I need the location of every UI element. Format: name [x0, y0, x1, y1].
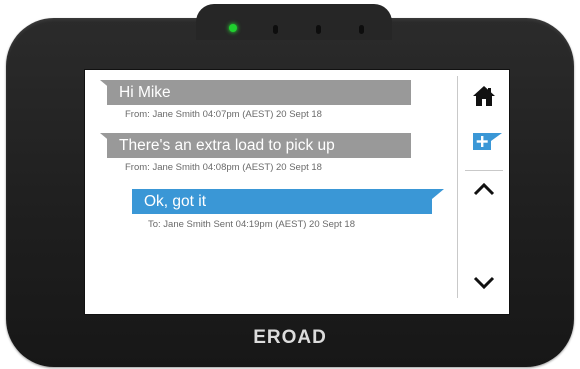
sidebar-divider: [457, 76, 458, 298]
device-top-bump: [196, 4, 392, 40]
chevron-down-icon: [473, 276, 495, 290]
sensor-dot: [359, 25, 364, 34]
message-bubble: Ok, got it: [132, 189, 432, 214]
sidebar-separator: [465, 170, 503, 171]
message-meta: From: Jane Smith 04:08pm (AEST) 20 Sept …: [125, 162, 322, 173]
home-button[interactable]: [469, 82, 499, 110]
new-message-button[interactable]: [469, 128, 505, 156]
message-bubble: Hi Mike: [107, 80, 411, 105]
message-meta: From: Jane Smith 04:07pm (AEST) 20 Sept …: [125, 109, 322, 120]
sensor-dot: [316, 25, 321, 34]
scroll-up-button[interactable]: [469, 176, 499, 202]
brand-logo: EROAD: [253, 327, 327, 348]
scroll-down-button[interactable]: [469, 270, 499, 296]
status-led: [229, 24, 237, 32]
home-icon: [473, 86, 495, 106]
device-screen: Hi Mike From: Jane Smith 04:07pm (AEST) …: [84, 69, 510, 315]
sensor-dot: [273, 25, 278, 34]
message-bubble: There's an extra load to pick up: [107, 133, 411, 158]
chevron-up-icon: [473, 182, 495, 196]
message-meta: To: Jane Smith Sent 04:19pm (AEST) 20 Se…: [148, 219, 356, 230]
bubble-tail: [432, 189, 444, 199]
new-message-icon: [473, 133, 502, 150]
